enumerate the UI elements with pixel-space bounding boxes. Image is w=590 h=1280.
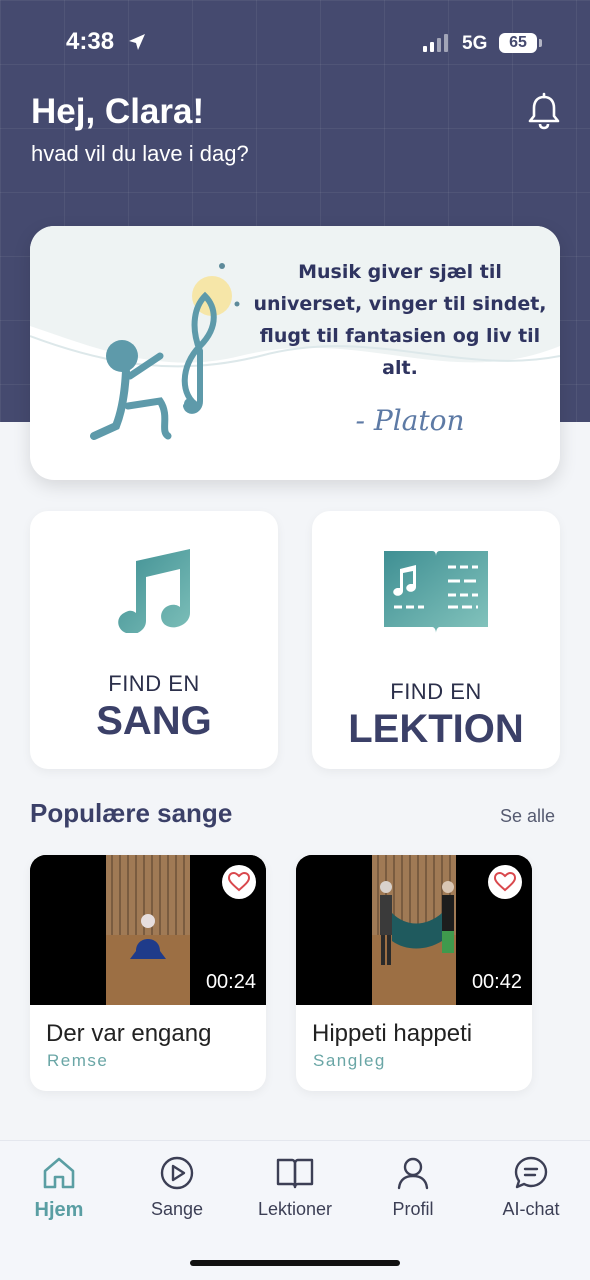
person-icon	[397, 1157, 429, 1190]
song-card[interactable]: 00:24 Der var engang Remse	[30, 855, 266, 1091]
find-lesson-big-label: LEKTION	[348, 707, 524, 751]
network-type: 5G	[462, 33, 488, 54]
book-icon	[276, 1158, 314, 1189]
greeting-subtitle: hvad vil du lave i dag?	[31, 141, 249, 166]
find-song-tile[interactable]: FIND EN SANG	[30, 511, 278, 769]
tab-home[interactable]: Hjem	[4, 1155, 114, 1222]
bottom-tab-bar: Hjem Sange Lektioner Profil AI-chat	[0, 1140, 590, 1280]
song-card[interactable]: 00:42 Hippeti happeti Sangleg	[296, 855, 532, 1091]
quote-text: Musik giver sjæl til universet, vinger t…	[253, 261, 547, 379]
see-all-link[interactable]: Se alle	[500, 806, 555, 827]
chat-bubble-icon	[514, 1156, 548, 1189]
status-bar: 4:38 5G 65	[0, 0, 590, 90]
signal-strength-icon	[423, 34, 448, 52]
find-lesson-tile[interactable]: FIND EN LEKTION	[312, 511, 560, 769]
music-note-icon	[118, 549, 190, 633]
tab-profile-label: Profil	[392, 1199, 434, 1219]
tab-songs-label: Sange	[150, 1199, 204, 1219]
favorite-heart-button[interactable]	[222, 865, 256, 899]
home-icon	[43, 1157, 75, 1189]
find-song-big-label: SANG	[96, 699, 212, 743]
quote-author: - Platon	[355, 404, 465, 437]
home-indicator	[190, 1260, 400, 1266]
battery-indicator: 65	[499, 33, 537, 53]
song-category: Sangleg	[313, 1051, 386, 1070]
tab-songs[interactable]: Sange	[122, 1155, 232, 1220]
location-arrow-icon	[129, 34, 145, 50]
song-category: Remse	[47, 1051, 109, 1070]
popular-songs-title: Populære sange	[30, 798, 233, 828]
favorite-heart-button[interactable]	[488, 865, 522, 899]
open-book-icon	[384, 551, 488, 633]
find-song-small-label: FIND EN	[108, 671, 200, 696]
song-thumbnail[interactable]: 00:42	[296, 855, 532, 1005]
status-time: 4:38	[66, 28, 115, 55]
song-title: Der var engang	[46, 1020, 212, 1047]
tab-profile[interactable]: Profil	[358, 1155, 468, 1220]
tab-ai-chat[interactable]: AI-chat	[476, 1155, 586, 1220]
quote-card: Musik giver sjæl til universet, vinger t…	[30, 226, 560, 480]
song-duration: 00:24	[205, 971, 256, 993]
heart-icon	[494, 872, 516, 892]
heart-icon	[228, 872, 250, 892]
tab-ai-chat-label: AI-chat	[502, 1199, 560, 1219]
song-thumbnail[interactable]: 00:24	[30, 855, 266, 1005]
battery-cap	[539, 39, 542, 47]
play-circle-icon	[160, 1156, 194, 1190]
tab-home-label: Hjem	[34, 1199, 84, 1221]
find-lesson-small-label: FIND EN	[390, 679, 482, 704]
notification-bell-icon[interactable]	[524, 92, 564, 132]
song-duration: 00:42	[471, 971, 522, 993]
greeting-title: Hej, Clara!	[31, 92, 205, 131]
song-title: Hippeti happeti	[312, 1020, 473, 1047]
tab-lessons-label: Lektioner	[257, 1199, 333, 1219]
tab-lessons[interactable]: Lektioner	[240, 1155, 350, 1220]
